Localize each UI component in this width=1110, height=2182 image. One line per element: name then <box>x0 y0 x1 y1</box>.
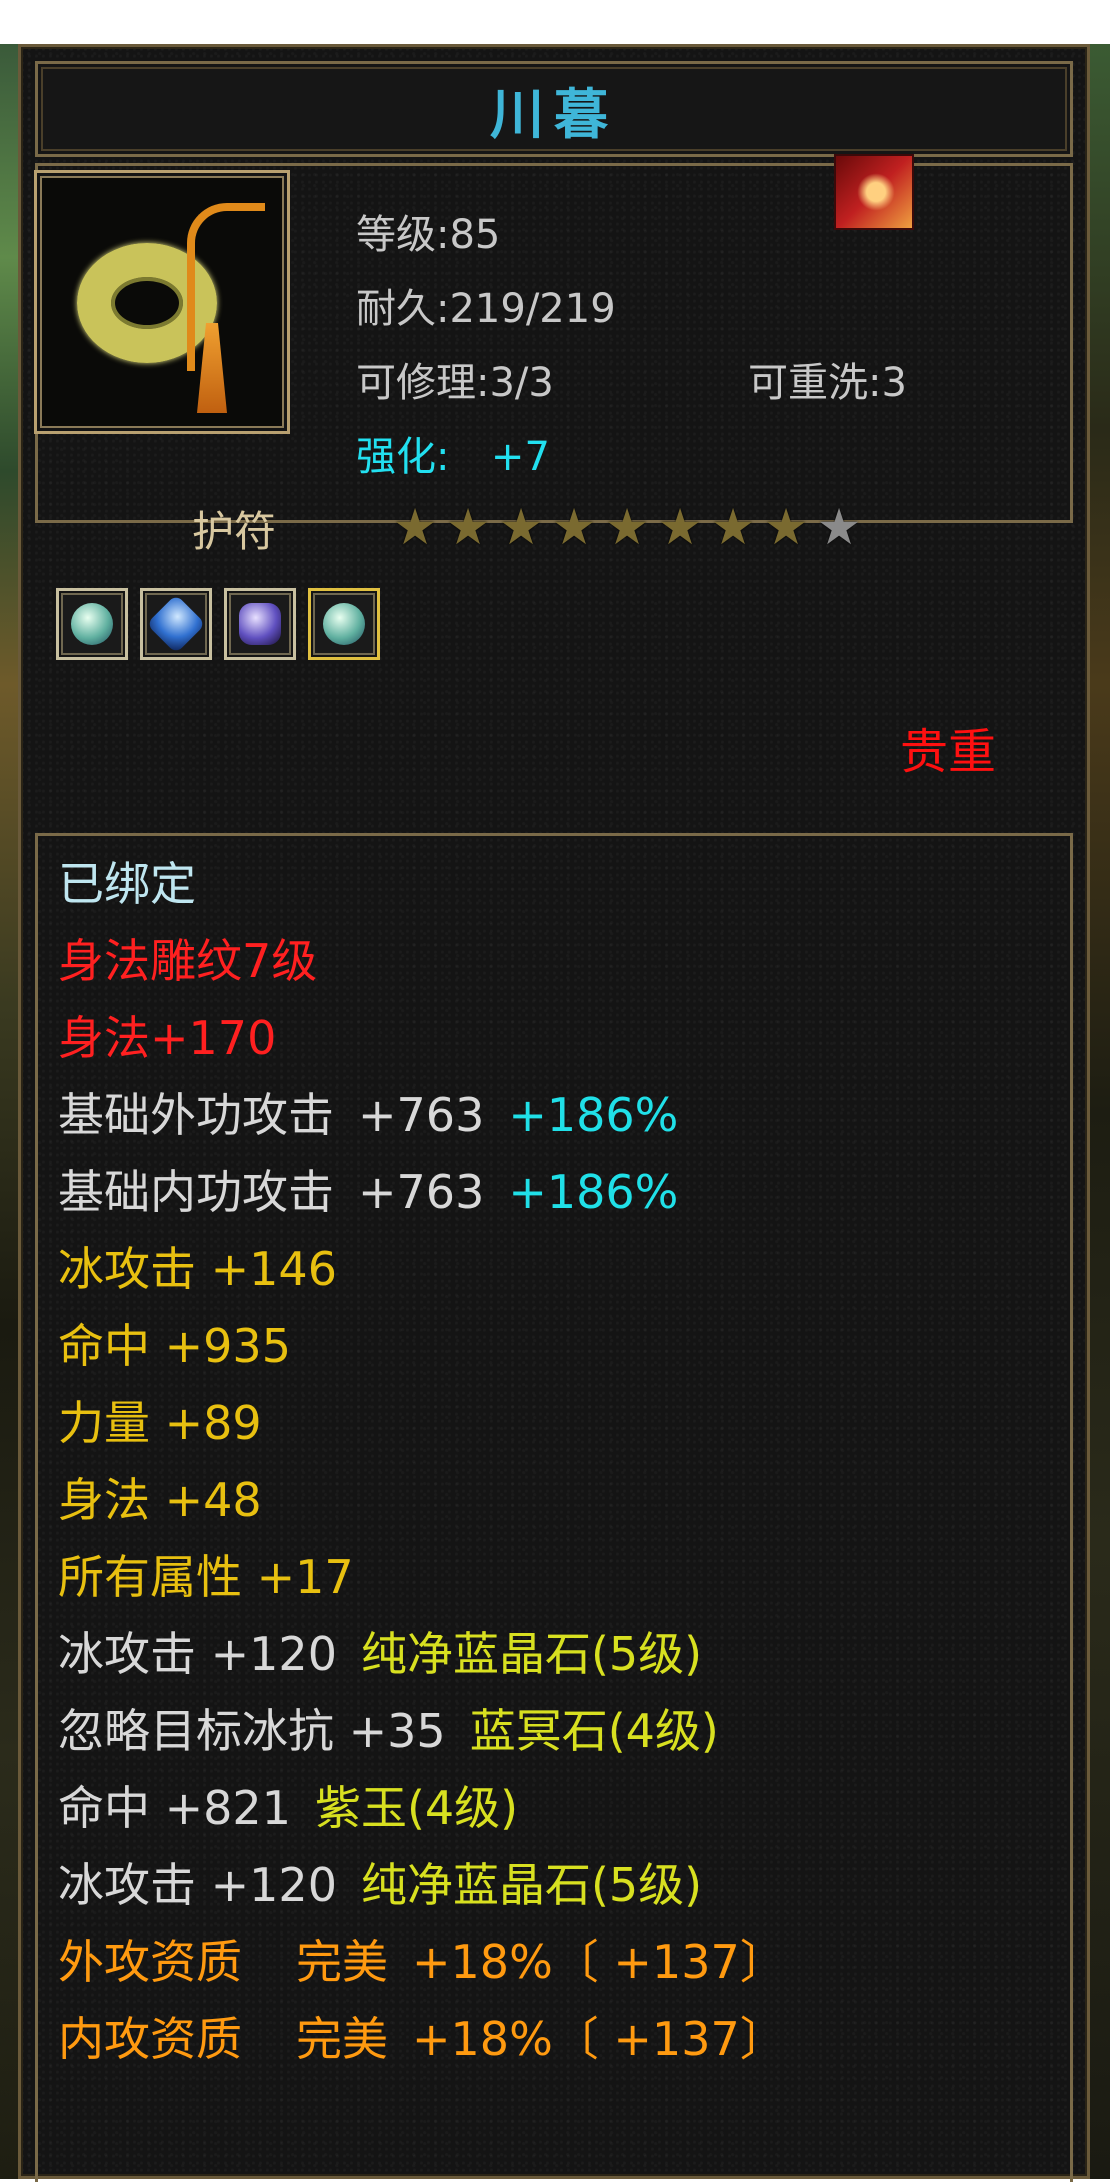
external-attack-line: 基础外功攻击 +763 +186% <box>58 1079 678 1145</box>
star-filled-icon: ★ <box>763 498 809 556</box>
ice-attack-line: 冰攻击 +146 <box>58 1242 337 1296</box>
gem-bonus-stat: 冰攻击 +120 <box>58 1858 337 1912</box>
strength-line: 力量 +89 <box>58 1396 262 1450</box>
item-enhance: 强化: +7 <box>356 424 550 482</box>
aptitude-label: 外攻资质 <box>58 1935 242 1989</box>
gem-bonus-line: 命中 +821 紫玉(4级) <box>58 1772 518 1838</box>
all-attributes-line: 所有属性 +17 <box>58 1550 354 1604</box>
star-filled-icon: ★ <box>657 498 703 556</box>
enhance-label: 强化: <box>356 434 450 480</box>
gem-bonus-line: 冰攻击 +120 纯净蓝晶石(5级) <box>58 1849 702 1915</box>
aptitude-label: 内攻资质 <box>58 2012 242 2066</box>
gem-name: 蓝冥石(4级) <box>469 1704 719 1758</box>
rarity-label: 贵重 <box>900 724 997 780</box>
aptitude-grade: 完美 <box>296 1935 388 1989</box>
external-aptitude-line: 外攻资质 完美 +18%〔 +137〕 <box>58 1926 786 1992</box>
agility-bonus-line: 身法+170 <box>58 1011 277 1065</box>
internal-attack-percent: +186% <box>508 1165 679 1219</box>
aptitude-value: +18%〔 +137〕 <box>412 2012 786 2066</box>
star-filled-icon: ★ <box>604 498 650 556</box>
internal-attack-line: 基础内功攻击 +763 +186% <box>58 1156 678 1222</box>
blue-crystal-gem-icon[interactable] <box>308 588 380 660</box>
gem-name: 紫玉(4级) <box>314 1781 519 1835</box>
item-durability: 耐久:219/219 <box>356 286 616 332</box>
internal-attack-label: 基础内功攻击 <box>58 1165 334 1219</box>
enhance-value: +7 <box>490 434 550 480</box>
external-attack-value: +763 <box>358 1088 485 1142</box>
star-rating: ★ ★ ★ ★ ★ ★ ★ ★ ★ <box>390 502 864 552</box>
aptitude-grade: 完美 <box>296 2012 388 2066</box>
hit-line: 命中 +935 <box>58 1319 291 1373</box>
gem-name: 纯净蓝晶石(5级) <box>360 1858 703 1912</box>
star-filled-icon: ★ <box>392 498 438 556</box>
gem-name: 纯净蓝晶石(5级) <box>360 1627 703 1681</box>
enhance-badge-icon[interactable] <box>834 154 914 230</box>
engrave-line: 身法雕纹7级 <box>58 934 318 988</box>
item-rewashable: 可重洗:3 <box>748 360 907 406</box>
internal-aptitude-line: 内攻资质 完美 +18%〔 +137〕 <box>58 2003 786 2069</box>
gem-bonus-stat: 忽略目标冰抗 +35 <box>58 1704 446 1758</box>
item-slot-type: 护符 <box>192 507 277 556</box>
star-filled-icon: ★ <box>498 498 544 556</box>
agility-line: 身法 +48 <box>58 1473 262 1527</box>
purple-jade-gem-icon[interactable] <box>224 588 296 660</box>
item-level: 等级:85 <box>356 212 501 258</box>
star-filled-icon: ★ <box>551 498 597 556</box>
external-attack-percent: +186% <box>508 1088 679 1142</box>
bound-status: 已绑定 <box>58 857 196 911</box>
item-title-bar: 川暮 <box>35 61 1073 157</box>
star-filled-icon: ★ <box>445 498 491 556</box>
item-repairable: 可修理:3/3 <box>356 360 554 406</box>
gem-bonus-stat: 冰攻击 +120 <box>58 1627 337 1681</box>
item-icon[interactable] <box>34 170 290 434</box>
item-name: 川暮 <box>490 82 618 146</box>
gem-bonus-line: 忽略目标冰抗 +35 蓝冥石(4级) <box>58 1695 719 1761</box>
blue-crystal-gem-icon[interactable] <box>56 588 128 660</box>
external-attack-label: 基础外功攻击 <box>58 1088 334 1142</box>
gem-sockets <box>56 588 380 660</box>
cord-icon <box>187 203 265 371</box>
star-empty-icon: ★ <box>816 498 862 556</box>
gem-bonus-stat: 命中 +821 <box>58 1781 291 1835</box>
gem-bonus-line: 冰攻击 +120 纯净蓝晶石(5级) <box>58 1618 702 1684</box>
star-filled-icon: ★ <box>710 498 756 556</box>
internal-attack-value: +763 <box>358 1165 485 1219</box>
blue-sapphire-gem-icon[interactable] <box>140 588 212 660</box>
aptitude-value: +18%〔 +137〕 <box>412 1935 786 1989</box>
